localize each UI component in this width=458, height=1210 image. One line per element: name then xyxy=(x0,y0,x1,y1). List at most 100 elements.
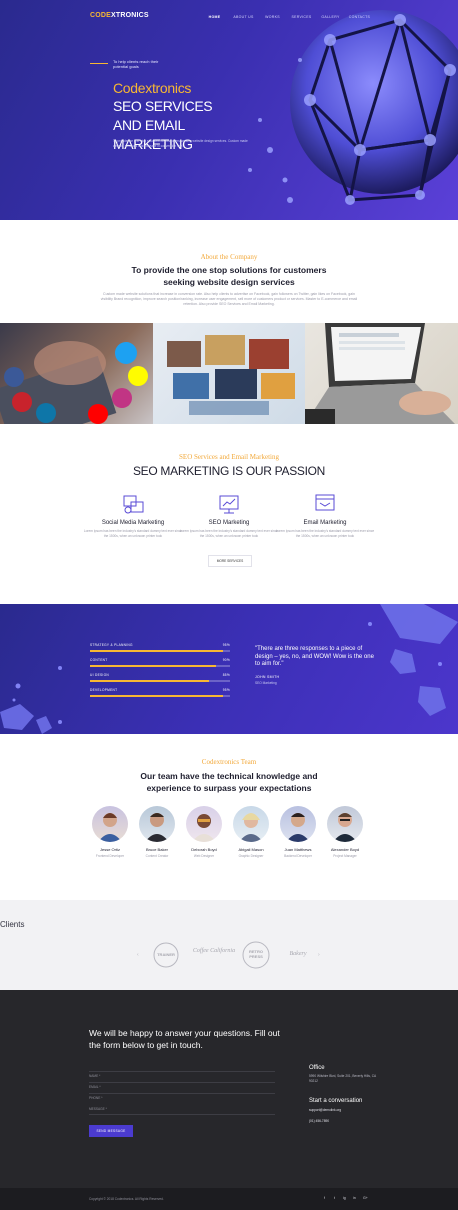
chevron-left-icon[interactable]: ‹ xyxy=(137,952,139,958)
nav-works[interactable]: WORKS xyxy=(258,15,287,19)
chevron-right-icon[interactable]: › xyxy=(318,952,320,958)
hero-description: To provide the one stop solutions for cu… xyxy=(113,139,248,148)
google-plus-icon[interactable]: G+ xyxy=(363,1196,368,1200)
name-field[interactable]: NAME * xyxy=(89,1064,275,1078)
phone-field[interactable]: PHONE * xyxy=(89,1086,275,1100)
nav-home[interactable]: HOME xyxy=(200,15,229,19)
contact-phone-link[interactable]: (01) 456-7890 xyxy=(309,1119,329,1123)
facebook-icon xyxy=(4,367,24,387)
member-role: Frontend Developer xyxy=(95,854,125,858)
copyright-text: Copyright © 2018 Codextronics. All Right… xyxy=(89,1197,164,1201)
avatar xyxy=(280,806,316,842)
skill-ui-design: UI DESIGN 85% xyxy=(90,673,230,682)
image-strip xyxy=(0,323,458,424)
skill-percent: 95% xyxy=(222,688,230,692)
team-member[interactable]: Bruce Baker Content Creator xyxy=(134,806,180,858)
team-member[interactable]: Deborah Boyd Web Designer xyxy=(181,806,227,858)
member-name: Alexander Boyd xyxy=(330,847,360,852)
skill-bar-fill xyxy=(90,695,223,697)
skill-track xyxy=(90,680,230,682)
team-heading: Our team have the technical knowledge an… xyxy=(140,771,318,793)
nav-gallery[interactable]: GALLERY xyxy=(316,15,345,19)
skill-bar-fill xyxy=(90,680,209,682)
service-card-email: Email Marketing Lorem Ipsum has been the… xyxy=(275,492,375,538)
avatar xyxy=(233,806,269,842)
service-text: Lorem Ipsum has been the industry's stan… xyxy=(83,529,183,538)
social-media-image xyxy=(0,323,153,424)
website-mockups-image xyxy=(152,323,306,424)
skill-content: CONTENT 90% xyxy=(90,658,230,667)
nav-contacts[interactable]: CONTACTS xyxy=(345,15,374,19)
email-field[interactable]: EMAIL * xyxy=(89,1075,275,1089)
skill-percent: 95% xyxy=(222,643,230,647)
seo-monitor-icon xyxy=(219,495,239,514)
office-title: Office xyxy=(309,1065,325,1071)
member-name: Bruce Baker xyxy=(145,847,168,852)
team-member[interactable]: Abigail Mason Graphic Designer xyxy=(228,806,274,858)
about-paragraph: Custom made website solutions that incre… xyxy=(100,292,358,306)
member-role: Content Creator xyxy=(145,854,169,858)
testimonial-author: JOHN SMITH xyxy=(255,675,280,679)
more-services-button[interactable]: MORE SERVICES xyxy=(208,555,252,567)
member-name: Juan Matthews xyxy=(284,847,312,852)
client-logo-retro-press: RETRO PRESS xyxy=(238,940,274,970)
client-logo-trainer: TRAINER xyxy=(148,940,184,970)
linkedin-icon xyxy=(36,403,56,423)
client-logo-coffee: Coffee California xyxy=(192,940,236,970)
logo-text-part2: XTRONICS xyxy=(111,12,149,19)
footer xyxy=(0,1188,458,1210)
skills-section xyxy=(0,604,458,734)
about-eyebrow: About the Company xyxy=(200,253,258,261)
instagram-icon[interactable]: ig xyxy=(343,1196,346,1200)
logo[interactable]: CODEXTRONICS xyxy=(90,12,149,19)
hero-brand: Codextronics xyxy=(113,80,192,96)
service-card-social: Social Media Marketing Lorem Ipsum has b… xyxy=(83,492,183,538)
about-heading: To provide the one stop solutions for cu… xyxy=(131,265,327,287)
service-title: SEO Marketing xyxy=(208,520,250,526)
clients-title: Clients xyxy=(0,920,25,929)
nav-services[interactable]: SERVICES xyxy=(287,15,316,19)
avatar xyxy=(327,806,363,842)
main-nav: HOME ABOUT US WORKS SERVICES GALLERY CON… xyxy=(200,15,374,19)
member-role: Backend Developer xyxy=(284,854,312,858)
avatar xyxy=(92,806,128,842)
logo-text-part1: CODE xyxy=(90,12,112,19)
skill-development: DEVELOPMENT 95% xyxy=(90,688,230,697)
member-name: Deborah Boyd xyxy=(191,847,217,852)
testimonial-role: SEO Marketing xyxy=(255,681,277,685)
skill-bar-fill xyxy=(90,650,223,652)
send-message-button[interactable]: SEND MESSAGE xyxy=(89,1125,133,1137)
client-logo-text: Bakery xyxy=(289,951,307,957)
member-role: Web Designer xyxy=(193,854,215,858)
skill-track xyxy=(90,650,230,652)
twitter-icon[interactable]: t xyxy=(334,1196,335,1200)
testimonial-quote: "There are three responses to a piece of… xyxy=(255,646,374,667)
service-title: Social Media Marketing xyxy=(101,520,165,526)
skill-label: STRATEGY & PLANNING xyxy=(90,643,133,647)
services-heading: SEO MARKETING IS OUR PASSION xyxy=(132,464,326,478)
facebook-icon[interactable]: f xyxy=(324,1196,325,1200)
contact-email-link[interactable]: support@demolink.org xyxy=(309,1108,341,1112)
skill-strategy: STRATEGY & PLANNING 95% xyxy=(90,643,230,652)
message-field[interactable]: MESSAGE * xyxy=(89,1097,275,1115)
service-card-seo: SEO Marketing Lorem Ipsum has been the i… xyxy=(179,492,279,538)
member-name: Abigail Mason xyxy=(238,847,264,852)
linkedin-icon[interactable]: in xyxy=(353,1196,356,1200)
avatar xyxy=(139,806,175,842)
team-member[interactable]: Juan Matthews Backend Developer xyxy=(275,806,321,858)
client-logo-text: TRAINER xyxy=(157,952,175,957)
team-member[interactable]: Jesse Ortiz Frontend Developer xyxy=(87,806,133,858)
hero-section: CODEXTRONICS HOME ABOUT US WORKS SERVICE… xyxy=(0,0,458,220)
skill-percent: 90% xyxy=(222,658,230,662)
team-member[interactable]: Alexander Boyd Project Manager xyxy=(322,806,368,858)
email-browser-icon xyxy=(315,494,335,511)
skill-percent: 85% xyxy=(222,673,230,677)
instagram-icon xyxy=(112,388,132,408)
nav-about[interactable]: ABOUT US xyxy=(229,15,258,19)
office-address: 5990 Wilshire Blvd, Suite 201, Beverly H… xyxy=(309,1074,376,1083)
service-title: Email Marketing xyxy=(303,520,347,526)
crystal-decoration-illustration xyxy=(0,604,458,734)
member-role: Graphic Designer xyxy=(238,854,264,858)
member-name: Jesse Ortiz xyxy=(99,847,120,852)
client-logo-text: RETRO PRESS xyxy=(249,949,263,959)
